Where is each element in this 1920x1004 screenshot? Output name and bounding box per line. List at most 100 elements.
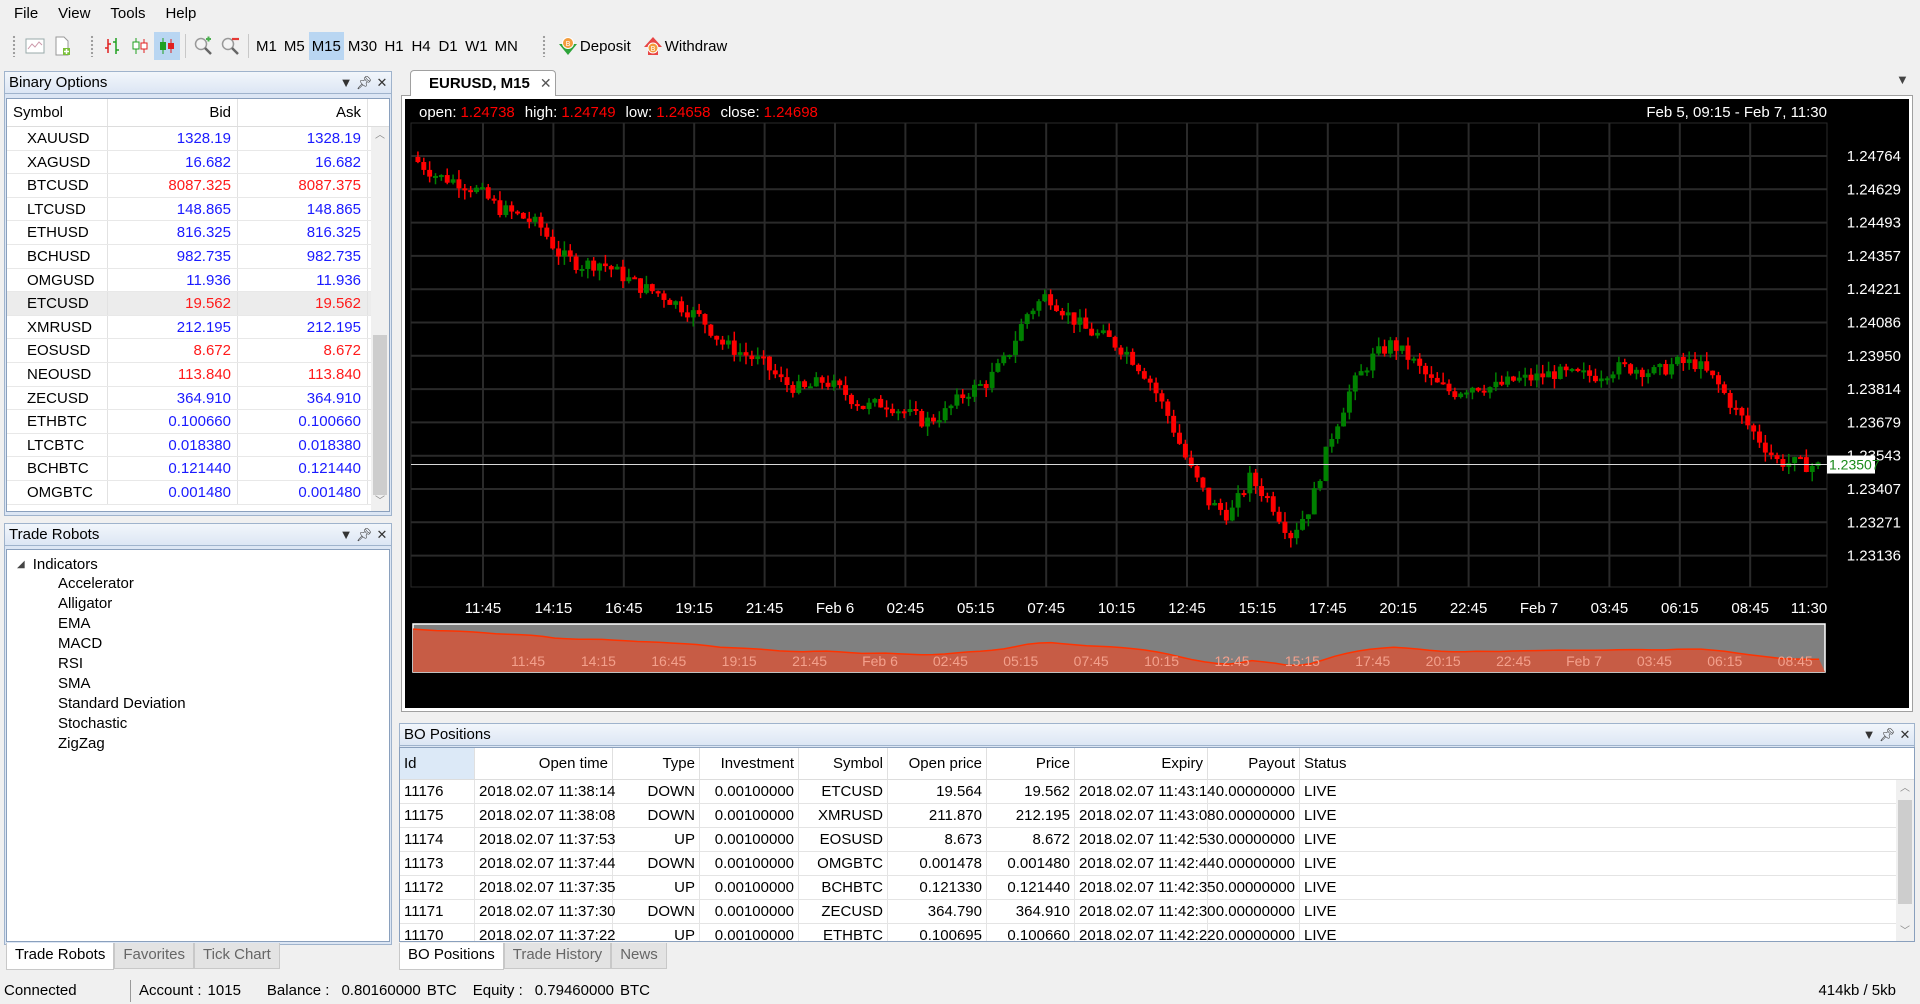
menu-help[interactable]: Help — [155, 0, 206, 28]
pin-icon[interactable]: 📌︎ — [1878, 727, 1896, 743]
chart-list-menu-icon[interactable]: ▼ — [1896, 72, 1909, 87]
close-icon[interactable]: ✕ — [373, 75, 391, 91]
chart-tab-eurusd[interactable]: EURUSD, M15 ✕ — [410, 70, 556, 96]
close-icon[interactable]: ✕ — [1896, 727, 1914, 743]
toolbar-grip[interactable] — [541, 35, 546, 57]
menu-view[interactable]: View — [48, 0, 100, 28]
pin-icon[interactable]: 📌︎ — [355, 527, 373, 543]
panel-menu-icon[interactable]: ▼ — [1860, 727, 1878, 742]
close-icon[interactable]: ✕ — [373, 527, 391, 543]
new-chart-button[interactable] — [22, 32, 48, 60]
column-header-expiry[interactable]: Expiry — [1075, 748, 1208, 779]
timeframe-mn[interactable]: MN — [492, 32, 521, 60]
table-row[interactable]: 11170 2018.02.07 11:37:22 UP 0.00100000 ETHB… — [400, 924, 1914, 941]
tab-favorites[interactable]: Favorites — [114, 943, 195, 969]
column-header-bid[interactable]: Bid — [108, 99, 238, 126]
table-row[interactable]: OMGBTC 0.001480 0.001480 — [7, 480, 389, 505]
menu-tools[interactable]: Tools — [100, 0, 155, 28]
table-row[interactable]: LTCBTC 0.018380 0.018380 — [7, 433, 389, 458]
timeframe-d1[interactable]: D1 — [435, 32, 461, 60]
bar-chart-button[interactable] — [100, 32, 126, 60]
column-header-status[interactable]: Status — [1300, 748, 1914, 779]
close-tab-icon[interactable]: ✕ — [540, 75, 552, 92]
scroll-up-icon[interactable]: ︿ — [371, 127, 389, 145]
table-row[interactable]: NEOUSD 113.840 113.840 — [7, 362, 389, 387]
scroll-down-icon[interactable]: ﹀ — [1896, 923, 1914, 941]
candlestick-hollow-button[interactable] — [127, 32, 153, 60]
tree-item-indicator[interactable]: Stochastic — [7, 714, 389, 734]
column-header-investment[interactable]: Investment — [700, 748, 799, 779]
tab-trade-robots[interactable]: Trade Robots — [6, 943, 115, 970]
pin-icon[interactable]: 📌︎ — [355, 75, 373, 91]
column-header-symbol[interactable]: Symbol — [7, 99, 108, 126]
tab-bo-positions[interactable]: BO Positions — [399, 943, 504, 970]
withdraw-button[interactable]: B Withdraw — [637, 36, 734, 56]
column-header-price[interactable]: Price — [987, 748, 1075, 779]
candlestick-button[interactable] — [154, 32, 180, 60]
panel-menu-icon[interactable]: ▼ — [337, 527, 355, 542]
table-row[interactable]: XAGUSD 16.682 16.682 — [7, 150, 389, 175]
column-header-id[interactable]: Id — [400, 748, 475, 779]
table-row[interactable]: EOSUSD 8.672 8.672 — [7, 339, 389, 363]
table-row[interactable]: XAUUSD 1328.19 1328.19 — [7, 127, 389, 151]
table-row[interactable]: 11175 2018.02.07 11:38:08 DOWN 0.00100000 XM… — [400, 804, 1914, 828]
tree-item-indicator[interactable]: EMA — [7, 614, 389, 634]
column-header-open-time[interactable]: Open time — [475, 748, 613, 779]
timeframe-m30[interactable]: M30 — [345, 32, 380, 60]
candlestick-chart[interactable]: open: 1.24738 high: 1.24749 low: 1.24658 close… — [405, 99, 1909, 708]
timeframe-m1[interactable]: M1 — [253, 32, 280, 60]
table-row[interactable]: ETHBTC 0.100660 0.100660 — [7, 410, 389, 434]
timeframe-h1[interactable]: H1 — [381, 32, 407, 60]
scroll-up-icon[interactable]: ︿ — [1896, 780, 1914, 798]
zoom-out-button[interactable] — [217, 32, 243, 60]
scrollbar-thumb[interactable] — [1898, 800, 1912, 904]
scrollbar-thumb[interactable] — [373, 335, 387, 495]
tree-item-indicator[interactable]: Accelerator — [7, 574, 389, 594]
zoom-in-button[interactable] — [190, 32, 216, 60]
timeframe-m15[interactable]: M15 — [308, 32, 344, 60]
tab-trade-history[interactable]: Trade History — [503, 943, 612, 969]
tree-item-indicator[interactable]: SMA — [7, 674, 389, 694]
expand-triangle-icon[interactable]: ◢ — [17, 559, 25, 570]
table-row[interactable]: 11174 2018.02.07 11:37:53 UP 0.00100000 EOSU… — [400, 828, 1914, 852]
table-row[interactable]: 11173 2018.02.07 11:37:44 DOWN 0.00100000 OM… — [400, 852, 1914, 876]
toolbar-grip[interactable] — [12, 35, 16, 57]
vertical-scrollbar[interactable]: ︿ ﹀ — [1896, 780, 1914, 941]
table-row[interactable]: BCHUSD 982.735 982.735 — [7, 244, 389, 269]
column-header-open-price[interactable]: Open price — [888, 748, 987, 779]
table-row[interactable]: XMRUSD 212.195 212.195 — [7, 315, 389, 340]
tree-item-indicator[interactable]: MACD — [7, 634, 389, 654]
tab-tick-chart[interactable]: Tick Chart — [194, 943, 280, 969]
table-row[interactable]: OMGUSD 11.936 11.936 — [7, 268, 389, 293]
table-row[interactable]: BCHBTC 0.121440 0.121440 — [7, 457, 389, 481]
tree-node-indicators[interactable]: ◢ Indicators — [7, 554, 389, 574]
table-row[interactable]: ZECUSD 364.910 364.910 — [7, 386, 389, 411]
timeframe-h4[interactable]: H4 — [408, 32, 434, 60]
table-row[interactable]: 11176 2018.02.07 11:38:14 DOWN 0.00100000 ET… — [400, 780, 1914, 804]
table-row[interactable]: 11172 2018.02.07 11:37:35 UP 0.00100000 BCHB… — [400, 876, 1914, 900]
new-file-button[interactable] — [49, 32, 75, 60]
table-row[interactable]: BTCUSD 8087.325 8087.375 — [7, 174, 389, 198]
scroll-down-icon[interactable]: ﹀ — [371, 493, 389, 511]
table-row[interactable]: ETHUSD 816.325 816.325 — [7, 221, 389, 245]
deposit-button[interactable]: B Deposit — [552, 36, 637, 56]
navigator-tick-label: Feb 6 — [862, 653, 898, 669]
toolbar-grip[interactable] — [90, 35, 94, 57]
timeframe-w1[interactable]: W1 — [462, 32, 491, 60]
table-row[interactable]: ETCUSD 19.562 19.562 — [7, 292, 389, 316]
column-header-ask[interactable]: Ask — [238, 99, 368, 126]
tab-news[interactable]: News — [611, 943, 667, 969]
vertical-scrollbar[interactable]: ︿ ﹀ — [371, 127, 389, 511]
panel-menu-icon[interactable]: ▼ — [337, 75, 355, 90]
column-header-type[interactable]: Type — [613, 748, 700, 779]
table-row[interactable]: 11171 2018.02.07 11:37:30 DOWN 0.00100000 ZE… — [400, 900, 1914, 924]
tree-item-indicator[interactable]: ZigZag — [7, 734, 389, 754]
tree-item-indicator[interactable]: Standard Deviation — [7, 694, 389, 714]
column-header-symbol[interactable]: Symbol — [799, 748, 888, 779]
tree-item-indicator[interactable]: RSI — [7, 654, 389, 674]
timeframe-m5[interactable]: M5 — [281, 32, 308, 60]
column-header-payout[interactable]: Payout — [1208, 748, 1300, 779]
menu-file[interactable]: File — [4, 0, 48, 28]
table-row[interactable]: LTCUSD 148.865 148.865 — [7, 197, 389, 222]
tree-item-indicator[interactable]: Alligator — [7, 594, 389, 614]
